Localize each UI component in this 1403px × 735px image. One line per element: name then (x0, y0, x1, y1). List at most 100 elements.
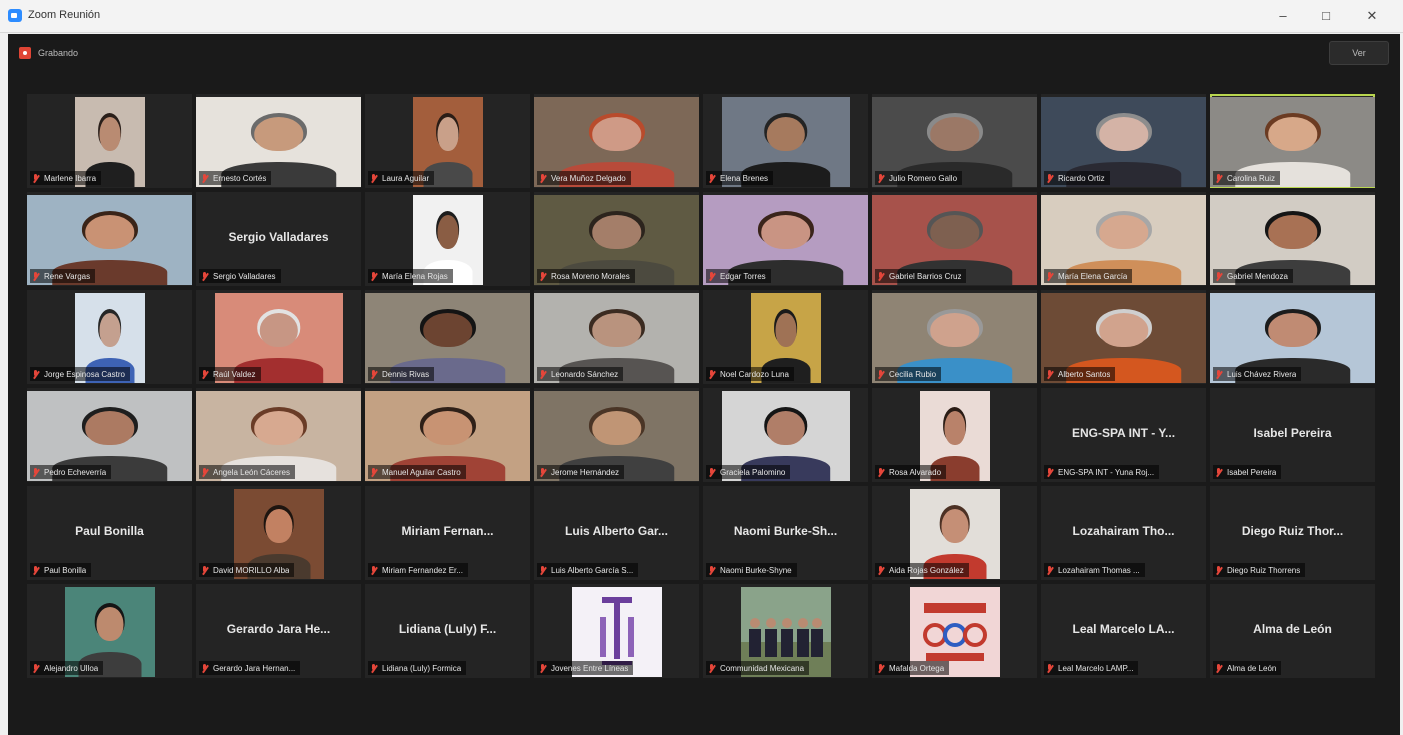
participant-tile[interactable]: Diego Ruiz Thor... Diego Ruiz Thorrens (1210, 486, 1375, 580)
minimize-button[interactable]: – (1268, 5, 1298, 27)
participant-name: Rosa Alvarado (889, 467, 942, 477)
participant-tile[interactable]: David MORILLO Alba (196, 486, 361, 580)
participant-name: Edgar Torres (720, 271, 766, 281)
participant-name-label: María Elena García (1044, 269, 1133, 283)
participant-tile[interactable]: Leonardo Sánchez (534, 290, 699, 384)
participant-tile[interactable]: Communidad Mexicana (703, 584, 868, 678)
muted-mic-icon (202, 271, 207, 281)
participant-name: Diego Ruiz Thorrens (1227, 565, 1301, 575)
muted-mic-icon (709, 271, 714, 281)
participant-tile[interactable]: Noel Cardozo Luna (703, 290, 868, 384)
participant-tile[interactable]: Jovenes Entre Líneas (534, 584, 699, 678)
participant-name: Alberto Santos (1058, 369, 1111, 379)
participant-tile[interactable]: Graciela Palomino (703, 388, 868, 482)
participant-tile[interactable]: Edgar Torres (703, 192, 868, 286)
participant-name-label: Julio Romero Gallo (875, 171, 963, 185)
participant-name: Ernesto Cortés (213, 173, 267, 183)
participant-tile[interactable]: Jorge Espinosa Castro (27, 290, 192, 384)
participant-name: Pedro Echeverría (44, 467, 107, 477)
participant-tile[interactable]: ENG-SPA INT - Y... ENG-SPA INT - Yuna Roj… (1041, 388, 1206, 482)
participant-tile[interactable]: Aida Rojas González (872, 486, 1037, 580)
participant-tile[interactable]: Gabriel Barrios Cruz (872, 192, 1037, 286)
participant-name: Dennis Rivas (382, 369, 430, 379)
view-button[interactable]: Ver (1329, 41, 1389, 65)
participant-tile[interactable]: Manuel Aguilar Castro (365, 388, 530, 482)
muted-mic-icon (202, 369, 207, 379)
participant-tile[interactable]: Cecilia Rubio (872, 290, 1037, 384)
participant-display-name: Diego Ruiz Thor... (1241, 524, 1344, 538)
window-titlebar: Zoom Reunión – □ ✕ (0, 0, 1403, 33)
participant-tile[interactable]: María Elena Rojas (365, 192, 530, 286)
muted-mic-icon (540, 369, 545, 379)
participant-tile[interactable]: Raúl Valdez (196, 290, 361, 384)
participant-name-label: Diego Ruiz Thorrens (1213, 563, 1306, 577)
participant-name-label: Isabel Pereira (1213, 465, 1282, 479)
recording-icon (19, 47, 31, 59)
participant-name-label: Ricardo Ortiz (1044, 171, 1110, 185)
participant-tile[interactable]: Alejandro Ulloa (27, 584, 192, 678)
participant-tile[interactable]: Carolina Ruiz (1210, 94, 1375, 188)
participant-name-label: Leonardo Sánchez (537, 367, 624, 381)
participant-tile[interactable]: Alma de León Alma de León (1210, 584, 1375, 678)
participant-tile[interactable]: Miriam Fernan... Miriam Fernandez Er... (365, 486, 530, 580)
participant-tile[interactable]: Rosa Moreno Morales (534, 192, 699, 286)
participant-tile[interactable]: Angela León Cáceres (196, 388, 361, 482)
muted-mic-icon (1047, 271, 1052, 281)
participant-tile[interactable]: Mafalda Ortega (872, 584, 1037, 678)
participant-name-label: Alma de León (1213, 661, 1282, 675)
recording-label: Grabando (38, 48, 79, 58)
participant-grid: Marlene Ibarra Ernesto Cortés Laura Aguila… (27, 94, 1375, 678)
participant-tile[interactable]: Elena Brenes (703, 94, 868, 188)
participant-tile[interactable]: Ernesto Cortés (196, 94, 361, 188)
participant-name: Alejandro Ulloa (44, 663, 99, 673)
participant-tile[interactable]: María Elena García (1041, 192, 1206, 286)
participant-tile[interactable]: Leal Marcelo LA... Leal Marcelo LAMP... (1041, 584, 1206, 678)
participant-tile[interactable]: Lidiana (Luly) F... Lidiana (Luly) Formic… (365, 584, 530, 678)
muted-mic-icon (709, 369, 714, 379)
participant-tile[interactable]: Jerome Hernández (534, 388, 699, 482)
participant-name-label: Jorge Espinosa Castro (30, 367, 130, 381)
participant-name-label: Rene Vargas (30, 269, 96, 283)
participant-tile[interactable]: Sergio Valladares Sergio Valladares (196, 192, 361, 286)
participant-tile[interactable]: Laura Aguilar (365, 94, 530, 188)
participant-name: Naomi Burke-Shyne (720, 565, 792, 575)
participant-name-label: Manuel Aguilar Castro (368, 465, 466, 479)
muted-mic-icon (1047, 565, 1052, 575)
participant-tile[interactable]: Vera Muñoz Delgado (534, 94, 699, 188)
participant-name: Gabriel Mendoza (1227, 271, 1288, 281)
muted-mic-icon (1216, 173, 1221, 183)
participant-tile[interactable]: Alberto Santos (1041, 290, 1206, 384)
participant-tile[interactable]: Naomi Burke-Sh... Naomi Burke-Shyne (703, 486, 868, 580)
participant-tile[interactable]: Julio Romero Gallo (872, 94, 1037, 188)
participant-name-label: Miriam Fernandez Er... (368, 563, 468, 577)
participant-tile[interactable]: Dennis Rivas (365, 290, 530, 384)
participant-tile[interactable]: Paul Bonilla Paul Bonilla (27, 486, 192, 580)
muted-mic-icon (371, 369, 376, 379)
close-button[interactable]: ✕ (1357, 5, 1387, 27)
participant-tile[interactable]: Ricardo Ortiz (1041, 94, 1206, 188)
muted-mic-icon (33, 467, 38, 477)
maximize-button[interactable]: □ (1311, 5, 1341, 27)
participant-name-label: Lidiana (Luly) Formica (368, 661, 467, 675)
participant-tile[interactable]: Marlene Ibarra (27, 94, 192, 188)
participant-name-label: Jovenes Entre Líneas (537, 661, 634, 675)
participant-display-name: Paul Bonilla (75, 524, 144, 538)
participant-tile[interactable]: Luis Alberto Gar... Luis Alberto García S… (534, 486, 699, 580)
participant-tile[interactable]: Lozahairam Tho... Lozahairam Thomas ... (1041, 486, 1206, 580)
participant-tile[interactable]: Gerardo Jara He... Gerardo Jara Hernan... (196, 584, 361, 678)
participant-tile[interactable]: Luis Chávez Rivera (1210, 290, 1375, 384)
participant-tile[interactable]: Isabel Pereira Isabel Pereira (1210, 388, 1375, 482)
participant-tile[interactable]: Pedro Echeverría (27, 388, 192, 482)
participant-name: ENG-SPA INT - Yuna Roj... (1058, 467, 1155, 477)
participant-name-label: Ernesto Cortés (199, 171, 272, 185)
participant-tile[interactable]: Rene Vargas (27, 192, 192, 286)
muted-mic-icon (202, 565, 207, 575)
muted-mic-icon (540, 271, 545, 281)
recording-indicator[interactable]: Grabando (19, 45, 78, 61)
participant-tile[interactable]: Gabriel Mendoza (1210, 192, 1375, 286)
participant-tile[interactable]: Rosa Alvarado (872, 388, 1037, 482)
participant-name-label: Edgar Torres (706, 269, 771, 283)
muted-mic-icon (878, 467, 883, 477)
participant-name: Paul Bonilla (44, 565, 87, 575)
participant-name: Elena Brenes (720, 173, 769, 183)
